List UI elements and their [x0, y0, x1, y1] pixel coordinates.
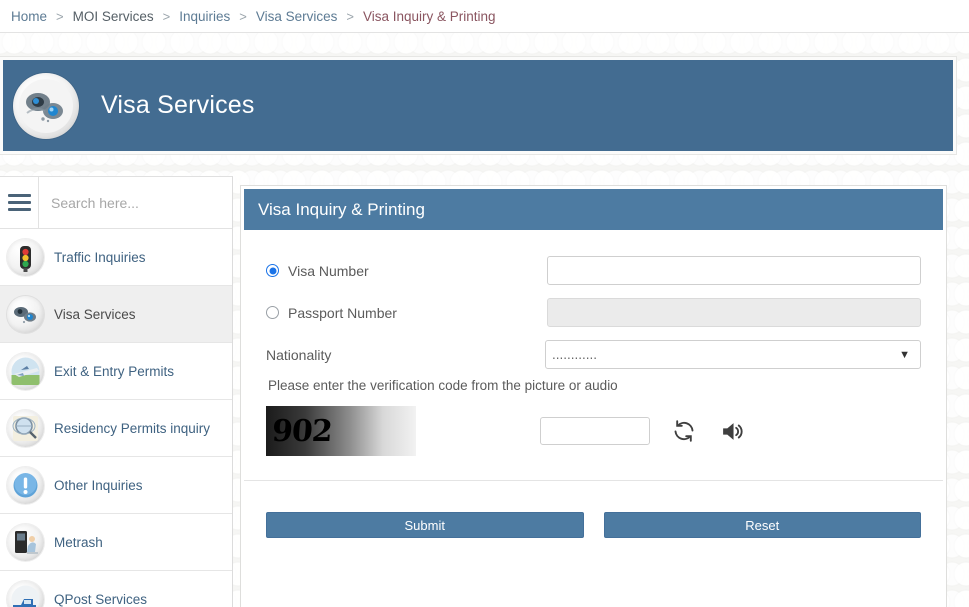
visa-number-row: Visa Number [266, 252, 921, 289]
visa-globe-icon [7, 295, 44, 333]
speaker-icon[interactable] [718, 417, 746, 445]
nationality-label: Nationality [266, 346, 332, 363]
sidebar-item-label: Other Inquiries [54, 477, 143, 493]
sidebar-item-label: Traffic Inquiries [54, 249, 146, 265]
submit-button[interactable]: Submit [266, 512, 584, 538]
sidebar-item-residency-permits-inquiry[interactable]: Residency Permits inquiry [0, 400, 232, 457]
nationality-select-wrap: ............ ▼ [545, 340, 921, 369]
visa-number-label: Visa Number [288, 262, 369, 279]
breadcrumb: Home > MOI Services > Inquiries > Visa S… [0, 0, 969, 33]
refresh-icon[interactable] [670, 417, 698, 445]
sidebar-item-qpost-services[interactable]: QPost Services [0, 571, 232, 607]
passport-number-input [546, 298, 921, 327]
sidebar-item-label: Exit & Entry Permits [54, 363, 175, 379]
visa-number-option[interactable]: Visa Number [266, 263, 547, 279]
captcha-image: 902 [266, 406, 416, 456]
content-column: Visa Inquiry & Printing Visa Number Pass… [233, 176, 969, 607]
sidebar: Traffic Inquiries Visa Services [0, 176, 233, 607]
nationality-select[interactable]: ............ [545, 340, 921, 369]
page-title: Visa Services [101, 91, 255, 119]
visa-globe-icon [13, 72, 79, 139]
sidebar-item-other-inquiries[interactable]: Other Inquiries [0, 457, 232, 514]
sidebar-item-visa-services[interactable]: Visa Services [0, 286, 232, 343]
sidebar-item-label: QPost Services [54, 591, 148, 607]
sidebar-item-metrash[interactable]: Metrash [0, 514, 232, 571]
nationality-row: Nationality ............ ▼ [266, 336, 921, 373]
breadcrumb-separator: > [162, 8, 171, 24]
service-banner: Visa Services [3, 60, 953, 151]
sidebar-item-label: Metrash [54, 534, 103, 550]
breadcrumb-item-home[interactable]: Home [11, 9, 47, 24]
panel-header: Visa Inquiry & Printing [244, 189, 943, 230]
captcha-input[interactable] [540, 417, 650, 445]
airplane-icon [7, 352, 44, 390]
panel-body: Visa Number Passport Number Nationality … [244, 230, 943, 480]
captcha-code-text: 902 [270, 413, 333, 449]
passport-number-radio[interactable] [266, 306, 279, 319]
breadcrumb-item-moi-services[interactable]: MOI Services [73, 9, 154, 24]
post-van-icon [7, 580, 44, 607]
search-input[interactable] [39, 177, 232, 228]
passport-number-option[interactable]: Passport Number [266, 305, 547, 321]
sidebar-item-traffic-inquiries[interactable]: Traffic Inquiries [0, 229, 232, 286]
service-banner-container: Visa Services [0, 56, 957, 155]
passport-number-label: Passport Number [288, 304, 397, 321]
captcha-row: 902 [266, 406, 921, 480]
visa-number-radio[interactable] [266, 264, 279, 277]
magnifier-globe-icon [7, 409, 44, 447]
kiosk-icon [7, 523, 44, 561]
breadcrumb-item-current: Visa Inquiry & Printing [362, 8, 496, 24]
visa-inquiry-panel: Visa Inquiry & Printing Visa Number Pass… [240, 185, 947, 607]
hamburger-icon[interactable] [0, 177, 39, 229]
hamburger-bar [7, 201, 31, 204]
panel-title: Visa Inquiry & Printing [258, 199, 425, 219]
sidebar-search-row [0, 177, 232, 229]
breadcrumb-separator: > [239, 8, 247, 24]
visa-number-input[interactable] [546, 256, 921, 285]
breadcrumb-separator: > [56, 8, 64, 24]
reset-button[interactable]: Reset [603, 512, 921, 538]
main-content-row: Traffic Inquiries Visa Services [0, 176, 969, 607]
form-button-row: Submit Reset [244, 481, 943, 538]
hamburger-bar [7, 208, 31, 211]
verification-note: Please enter the verification code from … [268, 378, 618, 393]
sidebar-item-label: Visa Services [54, 306, 136, 322]
exclamation-icon [7, 466, 44, 504]
page-root: Home > MOI Services > Inquiries > Visa S… [0, 0, 969, 607]
hamburger-bar [7, 194, 31, 197]
traffic-light-icon [7, 238, 44, 276]
breadcrumb-separator: > [346, 8, 354, 24]
nationality-label-col: Nationality [266, 347, 545, 363]
passport-number-row: Passport Number [266, 294, 921, 331]
breadcrumb-item-inquiries[interactable]: Inquiries [179, 9, 230, 24]
breadcrumb-item-visa-services[interactable]: Visa Services [256, 9, 338, 24]
sidebar-item-exit-entry-permits[interactable]: Exit & Entry Permits [0, 343, 232, 400]
sidebar-item-label: Residency Permits inquiry [54, 420, 211, 436]
